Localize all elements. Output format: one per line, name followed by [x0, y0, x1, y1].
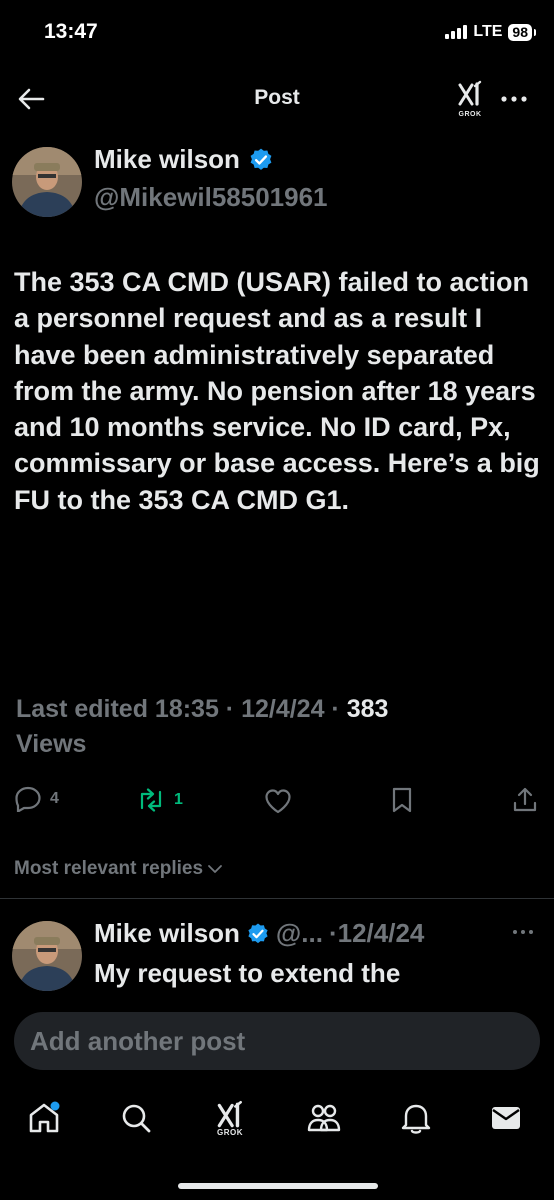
- tab-search[interactable]: [114, 1096, 158, 1140]
- chevron-down-icon: [208, 865, 222, 873]
- verified-badge-icon: [250, 148, 272, 170]
- author-name[interactable]: Mike wilson: [94, 144, 274, 175]
- battery-level: 98: [508, 23, 536, 41]
- like-button[interactable]: [264, 788, 292, 814]
- status-time: 13:47: [44, 20, 98, 43]
- replies-sort-dropdown[interactable]: Most relevant replies: [14, 858, 223, 880]
- reply-handle: @...: [275, 918, 323, 948]
- reply-author-name: Mike wilson: [94, 918, 240, 948]
- more-icon: [501, 96, 527, 102]
- author-avatar[interactable]: [12, 147, 82, 217]
- repost-count: 1: [174, 791, 183, 808]
- notification-dot: [50, 1101, 60, 1111]
- more-icon: [513, 930, 533, 934]
- reply-more-button[interactable]: [512, 922, 534, 940]
- communities-icon: [307, 1104, 341, 1132]
- post-text: The 353 CA CMD (USAR) failed to action a…: [14, 267, 540, 515]
- tab-messages[interactable]: [484, 1096, 528, 1140]
- repost-icon: [140, 788, 162, 812]
- more-options-button[interactable]: [496, 84, 532, 114]
- bookmark-icon: [392, 787, 412, 813]
- divider: [0, 898, 554, 899]
- meta-separator: ·: [324, 695, 347, 723]
- signal-icon: [445, 25, 468, 39]
- tab-home[interactable]: [22, 1096, 66, 1140]
- tab-communities[interactable]: [302, 1096, 346, 1140]
- edited-timestamp[interactable]: Last edited 18:35 · 12/4/24: [16, 695, 324, 723]
- share-icon: [513, 787, 537, 812]
- post-metadata: Last edited 18:35 · 12/4/24 · 383 Views: [16, 692, 536, 762]
- tab-notifications[interactable]: [394, 1096, 438, 1140]
- avatar-photo: [12, 921, 82, 991]
- tab-grok-label: GROK: [217, 1127, 243, 1137]
- reply-button[interactable]: 4: [14, 786, 59, 812]
- avatar-photo: [12, 147, 82, 217]
- author-handle[interactable]: @Mikewil58501961: [94, 182, 328, 213]
- grok-icon: [458, 80, 482, 106]
- author-name-text: Mike wilson: [94, 144, 240, 174]
- like-icon: [265, 789, 291, 814]
- views-label: Views: [16, 730, 87, 758]
- verified-badge-icon: [248, 923, 268, 943]
- reply-author-avatar[interactable]: [12, 921, 82, 991]
- bottom-tab-bar: GROK: [0, 1078, 554, 1200]
- reply-icon: [15, 786, 41, 812]
- home-icon: [29, 1101, 60, 1133]
- notifications-icon: [401, 1104, 431, 1134]
- reply-text: My request to extend the: [94, 958, 401, 988]
- replies-sort-label: Most relevant replies: [14, 858, 204, 879]
- messages-icon: [492, 1107, 520, 1129]
- reply-count: 4: [50, 790, 59, 807]
- share-button[interactable]: [512, 786, 538, 814]
- home-indicator: [178, 1183, 378, 1189]
- reply-header[interactable]: Mike wilson @... ·12/4/24: [94, 918, 424, 949]
- views-count: 383: [346, 695, 389, 723]
- network-label: LTE: [473, 23, 503, 40]
- composer-placeholder: Add another post: [30, 1025, 246, 1056]
- reply-composer[interactable]: Add another post: [14, 1012, 540, 1070]
- bookmark-button[interactable]: [390, 786, 414, 814]
- grok-icon: [217, 1100, 242, 1127]
- tab-grok[interactable]: GROK: [208, 1096, 252, 1140]
- grok-button[interactable]: GROK: [452, 80, 488, 120]
- status-indicators: LTE 98: [445, 23, 536, 41]
- repost-button[interactable]: 1: [136, 788, 183, 812]
- reply-date: ·12/4/24: [328, 918, 425, 948]
- search-icon: [122, 1104, 151, 1133]
- grok-label: GROK: [458, 111, 482, 118]
- post-actions: 4 1: [0, 776, 554, 826]
